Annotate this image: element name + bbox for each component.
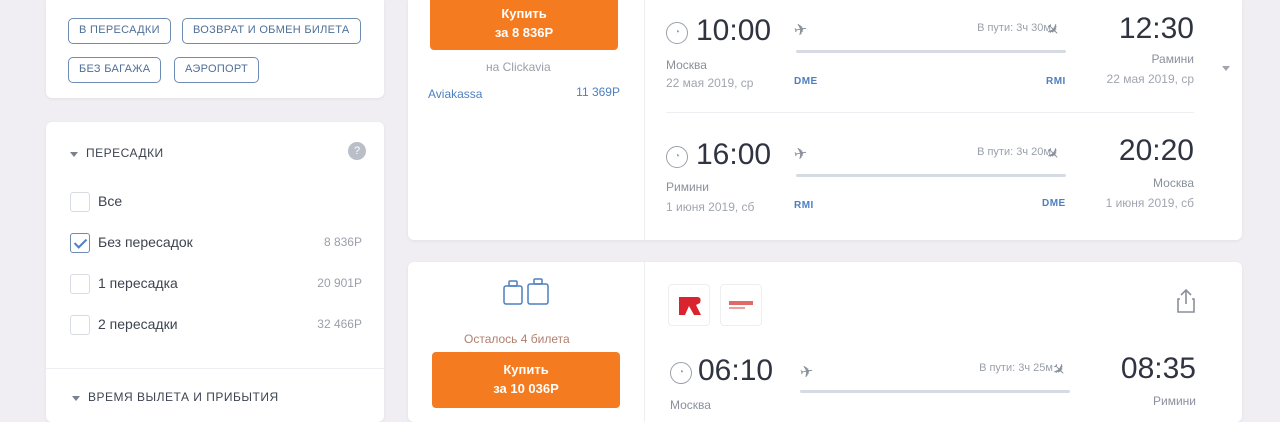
buy-price: за 8 836Р — [494, 25, 554, 40]
arrival-city: Москва — [1153, 176, 1194, 190]
seats-left: Осталось 4 билета — [464, 332, 570, 346]
departure-airport: RMI — [794, 200, 814, 211]
arrival-date: 22 мая 2019, ср — [1106, 72, 1194, 86]
checkbox-two-transfers[interactable] — [70, 315, 90, 335]
expand-details-icon[interactable] — [1222, 66, 1230, 71]
seller-source: на Clickavia — [486, 60, 551, 74]
buy-label: Купить — [501, 6, 547, 21]
ticket-price-column: Купить за 8 836Р на Clickavia Aviakassa … — [408, 0, 645, 240]
buy-button[interactable]: Купить за 10 036Р — [432, 352, 620, 408]
filter-chips-panel: В пересадки Возврат и обмен билета Без б… — [46, 0, 384, 98]
baggage-icon — [503, 278, 549, 305]
departure-city: Москва — [666, 58, 707, 72]
airline-logo — [668, 284, 710, 326]
arrival-time: 12:30 — [1118, 12, 1194, 45]
expand-caret-icon[interactable] — [72, 396, 80, 401]
option-price: 20 901Р — [317, 276, 362, 290]
arrival-time: 20:20 — [1118, 134, 1194, 167]
departure-time: 10:00 — [696, 14, 772, 47]
ticket-card-1: Купить за 8 836Р на Clickavia Aviakassa … — [408, 0, 1242, 240]
departure-date: 1 июня 2019, сб — [666, 200, 755, 214]
checkbox-one-transfer[interactable] — [70, 274, 90, 294]
option-label: Без пересадок — [98, 234, 193, 250]
takeoff-icon: ✈ — [792, 20, 809, 41]
transfers-filter-panel: Пересадки ? Все Без пересадок 8 836Р 1 п… — [46, 122, 384, 422]
arrival-city: Рамини — [1151, 52, 1194, 66]
route-line — [796, 174, 1066, 177]
transfers-title: Пересадки — [86, 146, 164, 160]
takeoff-icon: ✈ — [798, 362, 815, 383]
info-icon[interactable]: ? — [348, 142, 366, 160]
departure-time: 06:10 — [698, 354, 774, 387]
departure-arrival-time-title[interactable]: Время вылета и прибытия — [88, 390, 279, 404]
chip-transfers[interactable]: В пересадки — [68, 18, 171, 44]
partner-airline-logo — [720, 284, 762, 326]
share-icon[interactable] — [1176, 288, 1196, 314]
clock-icon: ◔ — [666, 146, 688, 168]
buy-button[interactable]: Купить за 8 836Р — [430, 0, 618, 50]
chip-refund[interactable]: Возврат и обмен билета — [182, 18, 361, 44]
option-label: Все — [98, 193, 123, 209]
takeoff-icon: ✈ — [792, 144, 809, 165]
clock-icon: ◔ — [670, 362, 692, 384]
chip-no-baggage[interactable]: Без багажа — [68, 57, 162, 83]
buy-label: Купить — [503, 362, 549, 377]
departure-airport: DME — [794, 76, 818, 87]
option-label: 1 пересадка — [98, 275, 178, 291]
departure-time: 16:00 — [696, 138, 772, 171]
option-price: 8 836Р — [323, 235, 362, 249]
leg-divider — [666, 112, 1194, 113]
arrival-airport: DME — [1042, 198, 1066, 209]
departure-city: Москва — [670, 398, 711, 412]
arrival-city: Римини — [1153, 394, 1196, 408]
arrival-time: 08:35 — [1120, 352, 1196, 385]
ticket-price-column: Осталось 4 билета Купить за 10 036Р — [408, 262, 645, 422]
arrival-airport: RMI — [1046, 76, 1066, 87]
collapse-caret-icon[interactable] — [70, 152, 78, 157]
checkbox-direct[interactable] — [70, 233, 90, 253]
ticket-card-2: Осталось 4 билета Купить за 10 036Р ◔ 06… — [408, 262, 1242, 422]
option-price: 32 466Р — [317, 317, 362, 331]
departure-date: 22 мая 2019, ср — [666, 76, 754, 90]
arrival-date: 1 июня 2019, сб — [1105, 196, 1194, 210]
checkbox-all[interactable] — [70, 192, 90, 212]
departure-city: Римини — [666, 180, 709, 194]
chip-airport[interactable]: Аэропорт — [174, 57, 260, 83]
route-line — [796, 50, 1066, 53]
section-divider — [46, 368, 384, 369]
buy-price: за 10 036Р — [493, 381, 559, 396]
option-label: 2 пересадки — [98, 316, 178, 332]
agency-name[interactable]: Aviakassa — [428, 87, 482, 101]
route-line — [800, 390, 1070, 393]
agency-price[interactable]: 11 369Р — [540, 85, 620, 99]
clock-icon: ◔ — [666, 22, 688, 44]
